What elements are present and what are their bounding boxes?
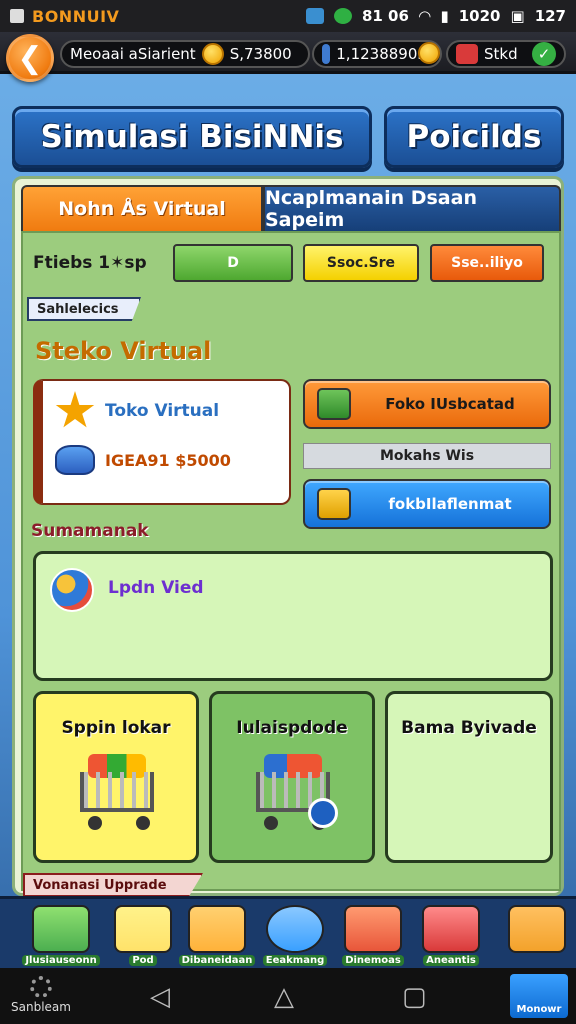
store-section-title: Steko Virtual [35,337,212,365]
bank-icon [322,44,331,64]
gem-icon [55,445,95,475]
recents-nav-icon[interactable]: ▢ [402,982,427,1012]
tile-shop-locker[interactable]: Sppin lokar [33,691,199,863]
nav-label: Dibaneidaan [178,955,256,966]
store-info-label: fokbIlaflenmat [388,495,512,513]
summary-section-title: Sumamanak [31,521,149,541]
coin-stack-icon [344,905,402,953]
section-ribbon-bottom: Vonanasi Upprade [23,873,203,897]
side-title-button[interactable]: Poicilds [384,106,564,168]
network-text: 81 06 [361,7,409,25]
battery-level: 127 [534,7,566,25]
store-info-button[interactable]: fokbIlaflenmat [303,479,551,529]
store-value: IGEA91 $5000 [105,450,231,470]
nav-label: Pod [129,955,157,966]
cart-clock-icon [246,754,338,834]
app-brand: BONNUIV [32,6,120,26]
nav-label: Eeakmang [262,955,328,966]
extra-label: Stkd [484,45,518,63]
box-icon [422,905,480,953]
nav-item-marketing[interactable]: Eeakmang [262,905,328,967]
nav-label: Aneantis [423,955,479,966]
section-ribbon-top: Sahlelecics [27,297,141,321]
megaphone-icon [266,905,324,953]
update-store-button[interactable]: Foko IUsbcatad [303,379,551,429]
system-left-app[interactable]: Sanbleam [6,976,76,1014]
nav-item-market[interactable]: Jlusiauseonn [22,905,100,967]
status-bar: BONNUIV 81 06 ◠ ▮ 1020 ▣ 127 [0,0,576,32]
merchant-balance-pill: Meoaai aSiarient S,73800 [60,40,310,68]
system-left-label: Sanbleam [11,1000,71,1014]
check-icon[interactable]: ✓ [532,42,556,66]
star-icon [55,391,95,428]
tile-upgrade[interactable]: Iulaispdode [209,691,375,863]
info-bar: Mokahs Wis [303,443,551,469]
store-value-row: IGEA91 $5000 [55,445,231,475]
tile-new-upgrade[interactable]: Bama Byivade [385,691,553,863]
coin-icon [201,43,224,65]
bowl-icon [188,905,246,953]
tab-virtual[interactable]: Nohn Ås Virtual [21,185,263,231]
app-icon [305,8,324,24]
system-bar: Sanbleam ◁ △ ▢ Monowr [0,968,576,1024]
sock-icon [114,905,172,953]
signal-icon: ▮ [440,7,449,25]
tile-label: Sppin lokar [61,718,171,738]
merchant-label: Meoaai aSiarient [70,45,196,63]
filter-label: Ftiebs 1✶sp [33,253,147,273]
tile-label: Bama Byivade [401,718,537,738]
back-button[interactable]: ❮ [6,34,54,82]
nav-item-shop[interactable]: Dibaneidaan [178,905,256,967]
content-area: Ftiebs 1✶sp D Ssoc.Sre Sse..iliyo Sahlel… [21,231,561,897]
system-right-label: Monowr [516,1004,562,1015]
globe-icon [50,568,94,612]
store-name-row: Toko Virtual [55,391,219,431]
tile-label: Iulaispdode [236,718,348,738]
notification-icon [10,9,24,23]
store-card[interactable]: Toko Virtual IGEA91 $5000 [33,379,291,505]
filter-orange-button[interactable]: Sse..iliyo [430,244,544,282]
filter-yellow-button[interactable]: Ssoc.Sre [303,244,419,282]
boxes-icon [317,488,351,520]
shop-icon [317,388,351,420]
clock: 1020 [458,7,501,25]
main-title-button[interactable]: Simulasi BisiNNis [12,106,372,168]
balance-value: S,73800 [229,45,292,63]
tab-management[interactable]: Ncaplmanain Dsaan Sapeim [263,185,561,231]
nav-item-inventory[interactable]: Aneantis [420,905,482,967]
gift-icon [456,44,478,64]
system-right-app[interactable]: Monowr [510,974,568,1018]
resource-bar: ❮ Meoaai aSiarient S,73800 1,1238890m St… [0,32,576,82]
home-nav-icon[interactable]: △ [274,982,294,1012]
bottom-nav: Jlusiauseonn Pod Dibaneidaan Eeakmang Di… [0,896,576,968]
back-nav-icon[interactable]: ◁ [150,982,170,1012]
cart-icon [70,754,162,834]
wifi-icon: ◠ [418,7,431,25]
summary-box: Lpdn Vied [33,551,553,681]
nav-item-pod[interactable]: Pod [112,905,174,967]
sync-icon [333,8,352,24]
basket-icon [32,905,90,953]
battery-icon: ▣ [510,7,525,25]
main-panel: Nohn Ås Virtual Ncaplmanain Dsaan Sapeim… [12,176,564,897]
gear-icon [30,976,52,998]
nav-item-menu[interactable] [506,905,568,967]
nav-label: Dinemoas [342,955,404,966]
filter-green-button[interactable]: D [173,244,293,282]
nav-item-finance[interactable]: Dinemoas [342,905,404,967]
store-name: Toko Virtual [105,401,220,421]
grid-icon [508,905,566,953]
summary-text: Lpdn Vied [108,578,204,598]
extra-pill: Stkd ✓ [446,40,566,68]
nav-label: Jlusiauseonn [22,955,100,966]
add-coin-icon[interactable] [418,42,440,64]
update-store-label: Foko IUsbcatad [385,395,515,413]
